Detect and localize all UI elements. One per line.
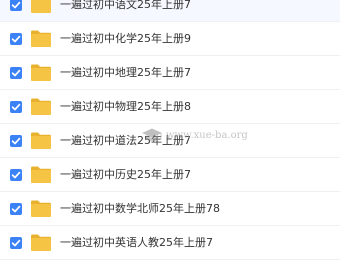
folder-icon bbox=[30, 165, 52, 184]
list-item[interactable]: 一遍过初中英语人教25年上册7 bbox=[0, 226, 340, 260]
row-checkbox[interactable] bbox=[10, 135, 22, 147]
checkmark-icon bbox=[11, 137, 21, 145]
row-checkbox[interactable] bbox=[10, 67, 22, 79]
folder-icon bbox=[30, 29, 52, 48]
row-checkbox[interactable] bbox=[10, 101, 22, 113]
list-item[interactable]: 一遍过初中道法25年上册7 bbox=[0, 124, 340, 158]
list-item[interactable]: 一遍过初中物理25年上册8 bbox=[0, 90, 340, 124]
checkmark-icon bbox=[11, 69, 21, 77]
file-name[interactable]: 一遍过初中地理25年上册7 bbox=[60, 65, 191, 81]
folder-icon bbox=[30, 131, 52, 150]
checkmark-icon bbox=[11, 205, 21, 213]
list-item[interactable]: 一遍过初中语文25年上册7 bbox=[0, 0, 340, 22]
list-item[interactable]: 一遍过初中地理25年上册7 bbox=[0, 56, 340, 90]
file-name[interactable]: 一遍过初中物理25年上册8 bbox=[60, 99, 191, 115]
file-name[interactable]: 一遍过初中历史25年上册7 bbox=[60, 167, 191, 183]
checkmark-icon bbox=[11, 103, 21, 111]
folder-icon bbox=[30, 97, 52, 116]
checkmark-icon bbox=[11, 239, 21, 247]
folder-icon bbox=[30, 63, 52, 82]
file-name[interactable]: 一遍过初中化学25年上册9 bbox=[60, 31, 191, 47]
row-checkbox[interactable] bbox=[10, 203, 22, 215]
list-item[interactable]: 一遍过初中化学25年上册9 bbox=[0, 22, 340, 56]
file-name[interactable]: 一遍过初中英语人教25年上册7 bbox=[60, 235, 213, 251]
checkmark-icon bbox=[11, 1, 21, 9]
row-checkbox[interactable] bbox=[10, 0, 22, 11]
file-name[interactable]: 一遍过初中道法25年上册7 bbox=[60, 133, 191, 149]
folder-icon bbox=[30, 233, 52, 252]
row-checkbox[interactable] bbox=[10, 33, 22, 45]
list-item[interactable]: 一遍过初中历史25年上册7 bbox=[0, 158, 340, 192]
checkmark-icon bbox=[11, 171, 21, 179]
folder-icon bbox=[30, 0, 52, 14]
file-list: 一遍过初中语文25年上册7 一遍过初中化学25年上册9 一遍过初中地理25年上册… bbox=[0, 0, 340, 260]
checkmark-icon bbox=[11, 35, 21, 43]
folder-icon bbox=[30, 199, 52, 218]
row-checkbox[interactable] bbox=[10, 169, 22, 181]
list-item[interactable]: 一遍过初中数学北师25年上册78 bbox=[0, 192, 340, 226]
row-checkbox[interactable] bbox=[10, 237, 22, 249]
file-name[interactable]: 一遍过初中数学北师25年上册78 bbox=[60, 201, 220, 217]
file-name[interactable]: 一遍过初中语文25年上册7 bbox=[60, 0, 191, 13]
